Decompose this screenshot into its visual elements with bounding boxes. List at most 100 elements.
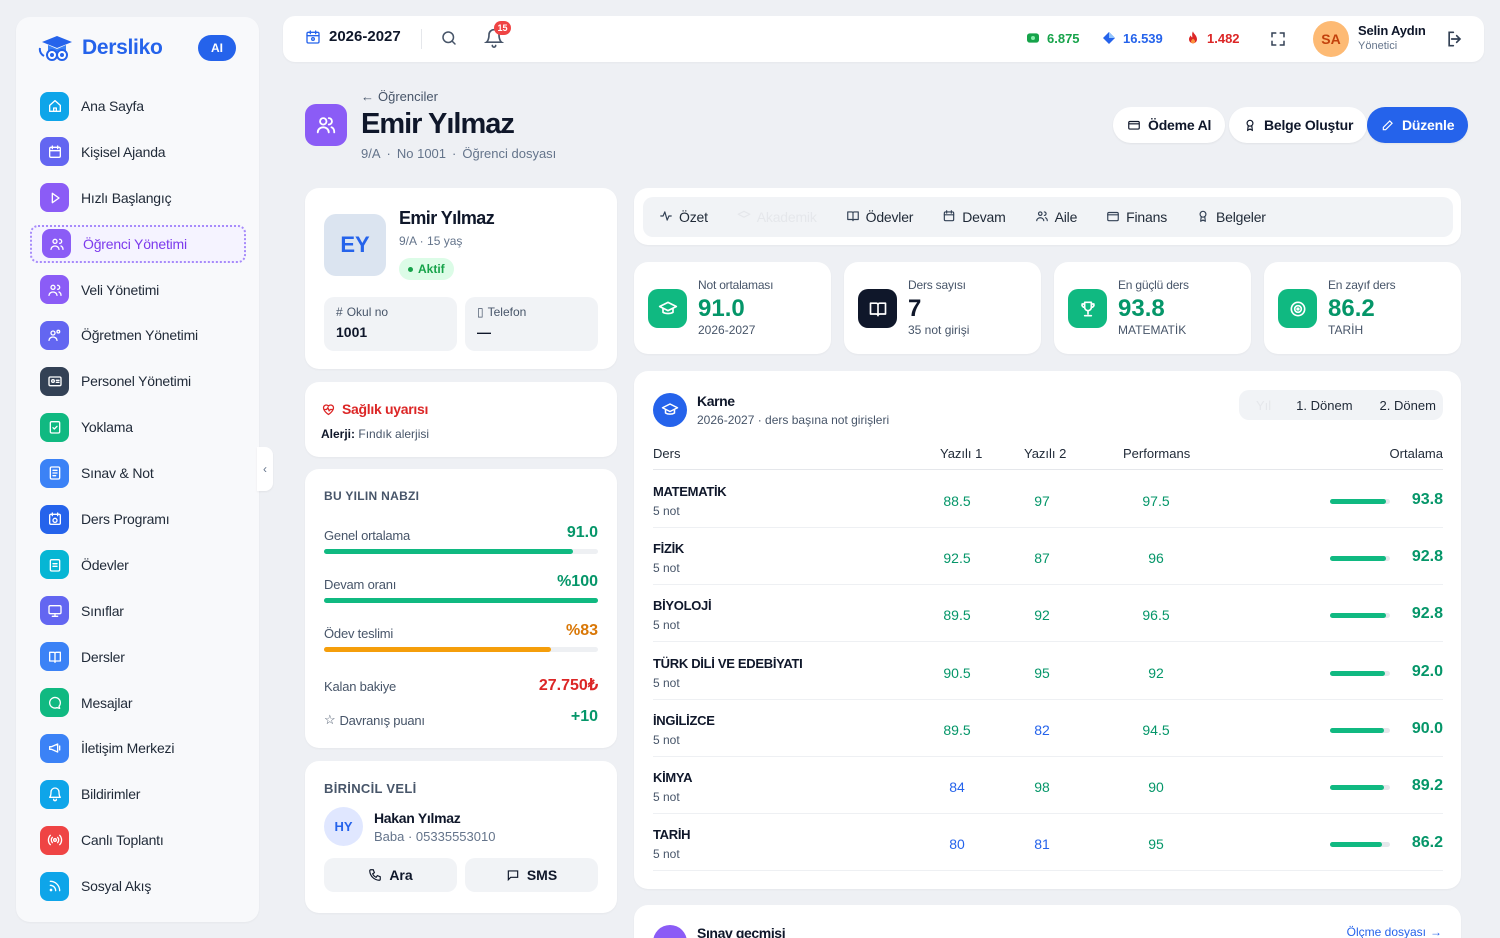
sms-button[interactable]: SMS (465, 858, 598, 892)
search-button[interactable] (440, 29, 458, 52)
student-name: Emir Yılmaz (399, 208, 495, 228)
award-icon (1196, 209, 1210, 226)
profile-card: EY Emir Yılmaz 9/A · 15 yaş Aktif # Okul … (305, 188, 617, 369)
user-avatar[interactable]: SA (1313, 21, 1349, 57)
sidebar-item-kisisel-ajanda[interactable]: Kişisel Ajanda (30, 133, 246, 171)
sidebar-item-odevler[interactable]: Ödevler (30, 546, 246, 584)
table-row[interactable]: KİMYA 5 not 84 98 90 89.2 (653, 757, 1443, 814)
sidebar-item-siniflar[interactable]: Sınıflar (30, 592, 246, 630)
tab-label: Devam (962, 209, 1006, 225)
payment-button[interactable]: Ödeme Al (1113, 107, 1226, 143)
hash-icon: # (336, 305, 343, 319)
sidebar-item-veli-yonetimi[interactable]: Veli Yönetimi (30, 271, 246, 309)
pulse-card: BU YILIN NABZI Genel ortalama 91.0 Devam o… (305, 469, 617, 748)
calendar-icon (942, 209, 956, 226)
sidebar-item-label: Canlı Toplantı (81, 832, 164, 849)
sidebar-item-label: Bildirimler (81, 786, 141, 803)
coin-balance[interactable]: 6.875 (1025, 30, 1080, 46)
sidebar-item-canli-toplanti[interactable]: Canlı Toplantı (30, 821, 246, 859)
home-icon (40, 91, 69, 121)
tab-devam[interactable]: Devam (942, 209, 1006, 226)
gem-balance[interactable]: 16.539 (1101, 30, 1163, 46)
edit-button[interactable]: Düzenle (1367, 107, 1469, 143)
written-1-cell: 88.5 (943, 493, 971, 509)
sidebar-item-dersler[interactable]: Dersler (30, 638, 246, 676)
sidebar-item-ana-sayfa[interactable]: Ana Sayfa (30, 87, 246, 125)
year-selector[interactable]: 2026-2027 (305, 28, 401, 45)
stat-card-not-ortalamasi: Not ortalaması 91.0 2026-2027 (634, 262, 831, 354)
segment-term-2[interactable]: 2. Dönem (1380, 398, 1436, 413)
logo[interactable]: Dersliko (38, 33, 163, 63)
course-name: TÜRK DİLİ VE EDEBİYATI (653, 655, 803, 671)
breadcrumb[interactable]: ← Öğrenciler (361, 89, 438, 104)
stat-sub: TARİH (1328, 323, 1364, 337)
written-1-cell: 84 (949, 779, 965, 795)
sidebar-item-ogretmen-yonetimi[interactable]: Öğretmen Yönetimi (30, 316, 246, 354)
tab-finans[interactable]: Finans (1106, 209, 1167, 226)
logo-owl-icon (38, 33, 76, 63)
parent-relation-phone: Baba · 05335553010 (374, 829, 496, 844)
stat-label: En güçlü ders (1118, 278, 1189, 292)
table-row[interactable]: MATEMATİK 5 not 88.5 97 97.5 93.8 (653, 471, 1443, 528)
status-badge: Aktif (399, 258, 454, 280)
report-title: Karne (697, 393, 735, 409)
sidebar-item-sosyal-akis[interactable]: Sosyal Akış (30, 867, 246, 905)
behavior-row: ☆ Davranış puanı +10 (324, 708, 598, 728)
gem-value: 16.539 (1123, 30, 1163, 46)
table-row[interactable]: FİZİK 5 not 92.5 87 96 92.8 (653, 528, 1443, 586)
user-menu[interactable]: Selin Aydın Yönetici (1358, 23, 1426, 52)
sidebar-item-iletisim-merkezi[interactable]: İletişim Merkezi (30, 729, 246, 767)
tab-ozet[interactable]: Özet (659, 209, 708, 226)
clipboard-icon (40, 550, 69, 580)
call-button[interactable]: Ara (324, 858, 457, 892)
sidebar-item-bildirimler[interactable]: Bildirimler (30, 775, 246, 813)
tab-akademik[interactable]: Akademik (737, 209, 817, 226)
sidebar-item-label: Personel Yönetimi (81, 373, 191, 390)
table-row[interactable]: BİYOLOJİ 5 not 89.5 92 96.5 92.8 (653, 585, 1443, 643)
divider (421, 29, 422, 49)
breadcrumb-link[interactable]: Öğrenciler (378, 89, 438, 104)
average-cell: 92.8 (1411, 548, 1443, 566)
tab-odevler[interactable]: Ödevler (846, 209, 914, 226)
table-row[interactable]: TÜRK DİLİ VE EDEBİYATI 5 not 90.5 95 92 92.0 (653, 643, 1443, 700)
sidebar-item-personel-yonetimi[interactable]: Personel Yönetimi (30, 362, 246, 400)
tab-aile[interactable]: Aile (1035, 209, 1077, 226)
fullscreen-button[interactable] (1269, 30, 1287, 53)
history-icon (653, 925, 687, 938)
sidebar-item-yoklama[interactable]: Yoklama (30, 408, 246, 446)
logout-button[interactable] (1445, 29, 1465, 54)
performance-cell: 97.5 (1142, 493, 1170, 509)
exam-file-link[interactable]: Ölçme dosyası → (1347, 925, 1442, 938)
streak-balance[interactable]: 1.482 (1185, 30, 1240, 46)
user-group-icon (40, 320, 69, 350)
table-row[interactable]: İNGİLİZCE 5 not 89.5 82 94.5 90.0 (653, 700, 1443, 757)
chevron-left-icon: ‹ (263, 462, 267, 476)
exam-file-label: Ölçme dosyası (1346, 925, 1426, 938)
sidebar-item-sinav-not[interactable]: Sınav & Not (30, 454, 246, 492)
sidebar-item-label: Ana Sayfa (81, 98, 144, 114)
sidebar-item-label: Sosyal Akış (81, 878, 152, 895)
sidebar-item-mesajlar[interactable]: Mesajlar (30, 684, 246, 722)
target-icon (1278, 289, 1317, 328)
tab-label: Ödevler (865, 209, 914, 225)
written-2-cell: 98 (1034, 779, 1050, 795)
streak-value: 1.482 (1207, 30, 1240, 46)
average-cell: 92.8 (1411, 605, 1443, 623)
credit-card-icon (1128, 120, 1140, 130)
sidebar-item-ders-programi[interactable]: Ders Programı (30, 500, 246, 538)
segment-term-1[interactable]: 1. Dönem (1296, 398, 1352, 413)
grade-count: 5 not (653, 790, 680, 804)
tab-belgeler[interactable]: Belgeler (1196, 209, 1266, 226)
stat-card-en-guclu-ders: En güçlü ders 93.8 MATEMATİK (1054, 262, 1251, 354)
sidebar-item-hizli-baslangic[interactable]: Hızlı Başlangıç (30, 179, 246, 217)
collapse-sidebar-button[interactable]: ‹ (257, 447, 273, 491)
stat-value: 91.0 (698, 295, 745, 322)
create-document-button[interactable]: Belge Oluştur (1229, 107, 1368, 143)
sidebar-item-ogrenci-yonetimi[interactable]: Öğrenci Yönetimi (30, 224, 246, 263)
ai-button[interactable]: AI (198, 35, 236, 61)
student-users-icon (305, 104, 347, 146)
col-average: Ortalama (1389, 446, 1443, 461)
table-row[interactable]: TARİH 5 not 80 81 95 86.2 (653, 814, 1443, 872)
course-name: KİMYA (653, 770, 693, 785)
segment-year[interactable]: Yıl (1256, 398, 1271, 413)
